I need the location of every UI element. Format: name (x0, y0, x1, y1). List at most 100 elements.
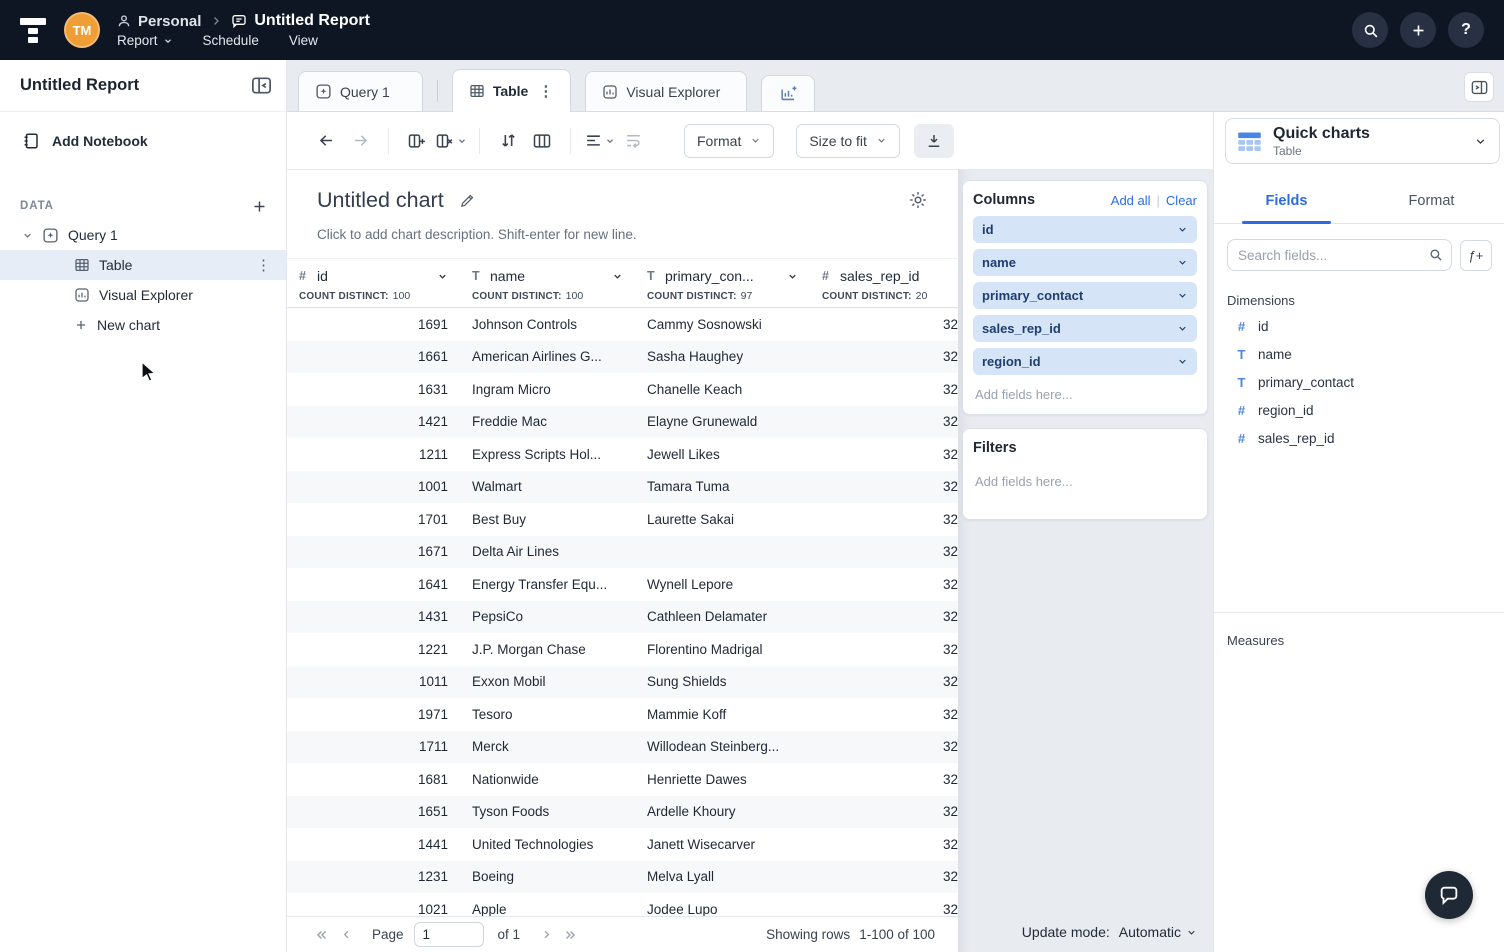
search-button[interactable] (1352, 12, 1388, 48)
wrap-text-button[interactable] (616, 124, 650, 158)
table-cell: Tamara Tuma (635, 471, 810, 504)
table-cell: 1641 (287, 568, 460, 601)
table-cell: 3215 (810, 731, 958, 764)
table-row[interactable]: 1631 Ingram Micro Chanelle Keach 3215 (287, 373, 958, 406)
dimension-item[interactable]: T name (1214, 340, 1504, 368)
table-row[interactable]: 1001 Walmart Tamara Tuma 3215 (287, 471, 958, 504)
new-tab-button[interactable] (761, 75, 815, 111)
columns-drop-placeholder[interactable]: Add fields here... (973, 387, 1197, 402)
table-row[interactable]: 1211 Express Scripts Hol... Jewell Likes… (287, 438, 958, 471)
fields-panel: Quick charts Table Fields Format ƒ+ Dime… (1213, 112, 1504, 952)
table-row[interactable]: 1671 Delta Air Lines 3215 (287, 536, 958, 569)
column-pill[interactable]: primary_contact (973, 282, 1197, 309)
table-row[interactable]: 1711 Merck Willodean Steinberg... 3215 (287, 731, 958, 764)
menu-schedule[interactable]: Schedule (203, 33, 259, 48)
tab-fields[interactable]: Fields (1214, 178, 1359, 223)
table-row[interactable]: 1681 Nationwide Henriette Dawes 3215 (287, 763, 958, 796)
help-button[interactable]: ? (1448, 12, 1484, 48)
sidebar-item-new-chart[interactable]: New chart (0, 310, 286, 340)
sidebar-item-table[interactable]: Table ⋮ (0, 250, 286, 280)
tab-visual-explorer[interactable]: Visual Explorer (585, 71, 747, 111)
table-row[interactable]: 1971 Tesoro Mammie Koff 3215 (287, 698, 958, 731)
chart-title[interactable]: Untitled chart (317, 188, 444, 213)
table-row[interactable]: 1431 PepsiCo Cathleen Delamater 3215 (287, 601, 958, 634)
table-cell: 3215 (810, 373, 958, 406)
menu-report[interactable]: Report (117, 33, 173, 48)
add-column-button[interactable] (400, 124, 434, 158)
workspace-name[interactable]: Personal (138, 13, 201, 30)
table-row[interactable]: 1651 Tyson Foods Ardelle Khoury 3215 (287, 796, 958, 829)
prev-page-button[interactable] (334, 923, 358, 947)
last-page-button[interactable] (558, 923, 582, 947)
columns-title: Columns (973, 192, 1035, 208)
table-cell: Sung Shields (635, 666, 810, 699)
filters-drop-placeholder[interactable]: Add fields here... (973, 474, 1197, 489)
table-row[interactable]: 1441 United Technologies Janett Wisecarv… (287, 828, 958, 861)
menu-view[interactable]: View (289, 33, 318, 48)
update-mode-dropdown[interactable]: Automatic (1119, 924, 1197, 940)
chevron-down-icon[interactable] (22, 230, 33, 241)
column-pill[interactable]: region_id (973, 348, 1197, 375)
search-fields-input[interactable] (1227, 239, 1452, 271)
dimension-item[interactable]: # id (1214, 312, 1504, 340)
redo-button[interactable] (343, 124, 377, 158)
add-data-button[interactable] (251, 198, 268, 215)
kebab-menu-icon[interactable]: ⋮ (256, 256, 272, 274)
table-cell: Johnson Controls (460, 308, 635, 341)
add-all-link[interactable]: Add all (1111, 193, 1151, 208)
add-button[interactable] (1400, 12, 1436, 48)
tab-query-1[interactable]: Query 1 (298, 71, 423, 111)
table-row[interactable]: 1021 Apple Jodee Lupo 3215 (287, 893, 958, 916)
add-notebook-button[interactable]: Add Notebook (0, 126, 286, 156)
sidebar-item-visual-explorer[interactable]: Visual Explorer (0, 280, 286, 310)
column-pill[interactable]: name (973, 249, 1197, 276)
column-header[interactable]: T name COUNT DISTINCT: 100 (460, 259, 635, 307)
column-header[interactable]: T primary_con... COUNT DISTINCT: 97 (635, 259, 810, 307)
field-type-icon: # (299, 269, 310, 283)
undo-button[interactable] (309, 124, 343, 158)
column-header[interactable]: # sales_rep_id COUNT DISTINCT: 20 (810, 259, 958, 307)
column-header[interactable]: # id COUNT DISTINCT: 100 (287, 259, 460, 307)
first-page-button[interactable] (310, 923, 334, 947)
table-row[interactable]: 1691 Johnson Controls Cammy Sosnowski 32… (287, 308, 958, 341)
table-row[interactable]: 1701 Best Buy Laurette Sakai 3215 (287, 503, 958, 536)
sort-button[interactable] (491, 124, 525, 158)
app-logo[interactable] (18, 15, 48, 45)
table-row[interactable]: 1231 Boeing Melva Lyall 3215 (287, 861, 958, 894)
table-row[interactable]: 1421 Freddie Mac Elayne Grunewald 3215 (287, 406, 958, 439)
download-button[interactable] (914, 124, 954, 158)
page-number-input[interactable] (414, 922, 484, 947)
align-button[interactable] (582, 124, 616, 158)
format-button[interactable]: Format (684, 124, 774, 158)
report-title[interactable]: Untitled Report (254, 12, 370, 30)
chart-description-placeholder[interactable]: Click to add chart description. Shift-en… (317, 227, 637, 242)
tab-table[interactable]: Table ⋮ (452, 69, 572, 112)
filters-title: Filters (973, 440, 1017, 456)
table-row[interactable]: 1221 J.P. Morgan Chase Florentino Madrig… (287, 633, 958, 666)
column-pill[interactable]: id (973, 216, 1197, 243)
chart-settings-button[interactable] (908, 190, 928, 210)
size-to-fit-button[interactable]: Size to fit (796, 124, 900, 158)
remove-column-button[interactable] (434, 124, 468, 158)
user-avatar[interactable]: TM (64, 12, 100, 48)
quick-charts-dropdown[interactable]: Quick charts Table (1225, 118, 1500, 164)
column-pill[interactable]: sales_rep_id (973, 315, 1197, 342)
sidebar-item-query[interactable]: Query 1 (0, 220, 286, 250)
table-row[interactable]: 1661 American Airlines G... Sasha Haughe… (287, 341, 958, 374)
add-formula-button[interactable]: ƒ+ (1460, 240, 1492, 271)
table-cell: Sasha Haughey (635, 341, 810, 374)
table-row[interactable]: 1011 Exxon Mobil Sung Shields 3215 (287, 666, 958, 699)
clear-link[interactable]: Clear (1166, 193, 1197, 208)
help-chat-button[interactable] (1425, 871, 1473, 919)
dimension-item[interactable]: T primary_contact (1214, 368, 1504, 396)
dimension-item[interactable]: # region_id (1214, 396, 1504, 424)
edit-title-icon[interactable] (459, 192, 476, 209)
toggle-right-panel-button[interactable] (1464, 72, 1494, 102)
tab-format[interactable]: Format (1359, 178, 1504, 223)
freeze-columns-button[interactable] (525, 124, 559, 158)
tab-kebab-icon[interactable]: ⋮ (538, 82, 554, 100)
next-page-button[interactable] (534, 923, 558, 947)
collapse-sidebar-icon[interactable] (250, 74, 273, 97)
dimension-item[interactable]: # sales_rep_id (1214, 424, 1504, 452)
table-row[interactable]: 1641 Energy Transfer Equ... Wynell Lepor… (287, 568, 958, 601)
